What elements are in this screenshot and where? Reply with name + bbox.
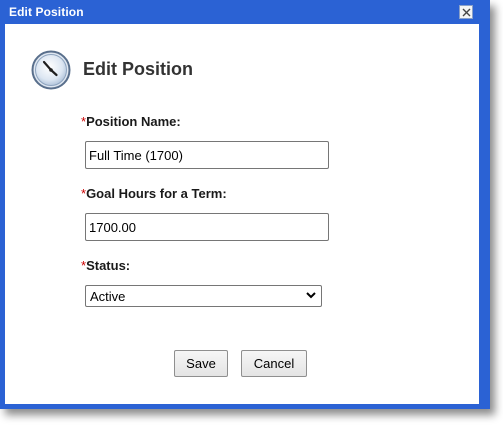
page-title: Edit Position xyxy=(83,59,193,79)
goal-hours-input[interactable] xyxy=(85,213,329,241)
edit-position-dialog: Edit Position Edit Position *Position Na… xyxy=(0,0,490,409)
goal-hours-label: *Goal Hours for a Term: xyxy=(81,186,227,201)
chevron-down-icon xyxy=(306,292,316,299)
status-label: *Status: xyxy=(81,258,130,273)
status-label-text: Status: xyxy=(86,258,131,273)
window-title: Edit Position xyxy=(9,5,84,19)
save-button[interactable]: Save xyxy=(174,350,228,377)
status-select[interactable]: Active xyxy=(85,285,322,307)
position-name-input[interactable] xyxy=(85,141,329,169)
title-bar[interactable]: Edit Position xyxy=(0,0,490,24)
close-icon xyxy=(462,8,471,17)
dialog-content: Edit Position *Position Name: *Goal Hour… xyxy=(5,24,479,404)
position-name-label-text: Position Name: xyxy=(86,114,181,129)
cancel-button[interactable]: Cancel xyxy=(241,350,307,377)
close-button[interactable] xyxy=(459,5,473,19)
goal-hours-label-text: Goal Hours for a Term: xyxy=(86,186,227,201)
clock-icon xyxy=(31,50,71,90)
position-name-label: *Position Name: xyxy=(81,114,181,129)
status-select-value: Active xyxy=(90,289,126,304)
